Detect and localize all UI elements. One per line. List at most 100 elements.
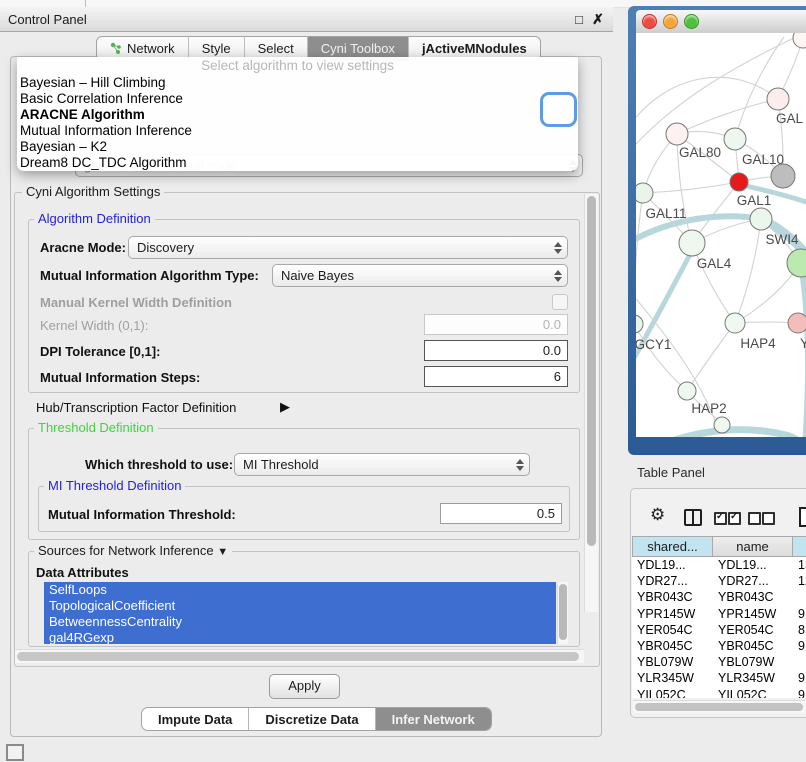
algorithm-option[interactable]: ARACNE Algorithm [17, 107, 578, 123]
tab-infer-network[interactable]: Infer Network [375, 708, 491, 730]
attribute-list-item[interactable]: SelfLoops [44, 582, 556, 598]
table-cell: YBL079W [713, 654, 793, 670]
network-node-gal11[interactable] [636, 183, 653, 203]
table-cell: 9. [793, 638, 806, 654]
mi-algorithm-type-combobox[interactable]: Naive Bayes [272, 264, 568, 287]
collapse-down-icon[interactable]: ▼ [217, 546, 228, 558]
table-cell: 9. [793, 606, 806, 622]
network-node-label: GAL4 [697, 256, 732, 271]
settings-vertical-scrollbar[interactable] [584, 194, 598, 612]
scrollbar-thumb[interactable] [587, 196, 596, 546]
manual-kernel-width-checkbox[interactable] [552, 294, 568, 310]
tab-discretize-data[interactable]: Discretize Data [248, 708, 374, 730]
column-header-partial[interactable] [793, 536, 806, 557]
network-node-gal[interactable] [767, 88, 789, 110]
kernel-width-field[interactable]: 0.0 [424, 314, 568, 335]
network-node-gal4[interactable] [679, 230, 705, 256]
algorithm-option[interactable]: Bayesian – Hill Climbing [17, 75, 578, 91]
column-header-shared-name[interactable]: shared... [632, 536, 713, 557]
dpi-tolerance-field[interactable]: 0.0 [424, 340, 568, 361]
data-attributes-label: Data Attributes [36, 565, 129, 580]
table-row[interactable]: YER054CYER054C8. [632, 622, 806, 638]
checked-box-icon[interactable] [728, 512, 741, 525]
table-cell [793, 589, 806, 605]
apply-button[interactable]: Apply [269, 674, 340, 699]
attribute-list-item[interactable]: TopologicalCoefficient [44, 598, 556, 614]
table-cell: YDR27... [713, 573, 793, 589]
settings-horizontal-scrollbar[interactable] [15, 649, 584, 663]
network-node-gal80[interactable] [666, 123, 688, 145]
aracne-mode-combobox[interactable]: Discovery [128, 236, 568, 259]
network-node-swi4[interactable] [750, 208, 772, 230]
scrollbar-thumb[interactable] [635, 703, 803, 711]
mi-steps-field[interactable]: 6 [424, 366, 568, 387]
attribute-list-item[interactable]: gal4RGexp [44, 630, 556, 644]
float-window-icon[interactable]: □ [570, 7, 588, 31]
minimize-traffic-light-icon[interactable] [663, 14, 678, 29]
algorithm-option[interactable]: Bayesian – K2 [17, 139, 578, 155]
tab-impute-data[interactable]: Impute Data [142, 708, 248, 730]
bottom-tabbar: Impute Data Discretize Data Infer Networ… [141, 707, 492, 731]
mi-threshold-field[interactable]: 0.5 [440, 503, 562, 524]
algorithm-dropdown-popup: Select algorithm to view settings Bayesi… [17, 57, 578, 171]
table-row[interactable]: YBR043CYBR043C [632, 589, 806, 605]
table-row[interactable]: YBL079WYBL079W [632, 654, 806, 670]
table-row[interactable]: YBR045CYBR045C9. [632, 638, 806, 654]
expand-right-icon[interactable]: ▶ [280, 399, 290, 415]
network-node-label: GAL1 [737, 193, 772, 208]
table-row[interactable]: YDR27...YDR27...12 [632, 573, 806, 589]
network-node-gal10[interactable] [724, 128, 746, 150]
table-row[interactable]: YDL19...YDL19...13 [632, 557, 806, 573]
table-cell: YBR045C [713, 638, 793, 654]
algorithm-dropdown-list: Bayesian – Hill ClimbingBasic Correlatio… [17, 75, 578, 171]
network-node-hap2[interactable] [678, 382, 696, 400]
document-icon[interactable] [799, 507, 806, 527]
attribute-list-item[interactable]: BetweennessCentrality [44, 614, 556, 630]
table-row[interactable]: YPR145WYPR145W9. [632, 606, 806, 622]
unchecked-box-icon[interactable] [748, 512, 761, 525]
network-canvas[interactable]: GALGAL80GAL10GAL1GAL11SWI4GAL4GCY1HAP4YH… [636, 33, 806, 437]
network-node-hap4[interactable] [725, 313, 745, 333]
tab-network-label: Network [127, 41, 175, 56]
column-header-name[interactable]: name [713, 536, 793, 557]
network-node[interactable] [771, 164, 795, 188]
focused-combo-button[interactable] [540, 92, 577, 127]
algorithm-option[interactable]: Dream8 DC_TDC Algorithm [17, 155, 578, 171]
scrollbar-thumb[interactable] [559, 584, 567, 640]
network-window-titlebar[interactable] [636, 10, 806, 34]
network-view-frame[interactable]: GALGAL80GAL10GAL1GAL11SWI4GAL4GCY1HAP4YH… [628, 6, 806, 455]
sources-group-label: Sources for Network Inference ▼ [34, 544, 232, 559]
combo-stepper-icon [553, 241, 561, 255]
unchecked-box-icon[interactable] [762, 512, 775, 525]
data-attributes-list[interactable]: SelfLoopsTopologicalCoefficientBetweenne… [44, 582, 556, 644]
network-node-label: SWI4 [765, 232, 798, 247]
dock-panel-icon[interactable] [6, 744, 24, 761]
algorithm-definition-label: Algorithm Definition [34, 212, 155, 226]
split-columns-icon[interactable] [684, 509, 702, 526]
checked-box-icon[interactable] [714, 512, 727, 525]
close-panel-icon[interactable]: ✗ [589, 7, 607, 31]
algorithm-option[interactable]: Basic Correlation Inference [17, 91, 578, 107]
which-threshold-combobox[interactable]: MI Threshold [234, 453, 530, 476]
network-node-y[interactable] [788, 313, 806, 333]
close-traffic-light-icon[interactable] [642, 14, 657, 29]
network-node-label: GAL11 [645, 206, 686, 221]
zoom-traffic-light-icon[interactable] [684, 14, 699, 29]
hub-definition-label[interactable]: Hub/Transcription Factor Definition [36, 400, 236, 415]
network-nodes[interactable]: GALGAL80GAL10GAL1GAL11SWI4GAL4GCY1HAP4YH… [636, 33, 806, 433]
mi-algorithm-type-label: Mutual Information Algorithm Type: [40, 268, 259, 283]
network-node-gal1[interactable] [730, 173, 748, 191]
attributes-scrollbar[interactable] [557, 582, 568, 644]
gear-icon[interactable]: ⚙ [650, 506, 665, 523]
algorithm-option[interactable]: Mutual Information Inference [17, 123, 578, 139]
network-node[interactable] [714, 417, 730, 433]
network-node-gcy1[interactable] [636, 315, 643, 333]
table-row[interactable]: YIL052CYIL052C9 [632, 687, 806, 699]
table-row[interactable]: YLR345WYLR345W9. [632, 670, 806, 686]
scrollbar-thumb[interactable] [17, 652, 579, 661]
network-node[interactable] [793, 33, 806, 48]
network-node[interactable] [787, 249, 806, 277]
network-node-label: HAP2 [691, 401, 726, 416]
control-panel-titlebar: Control Panel □ ✗ [0, 7, 613, 32]
table-horizontal-scrollbar[interactable] [633, 700, 806, 713]
